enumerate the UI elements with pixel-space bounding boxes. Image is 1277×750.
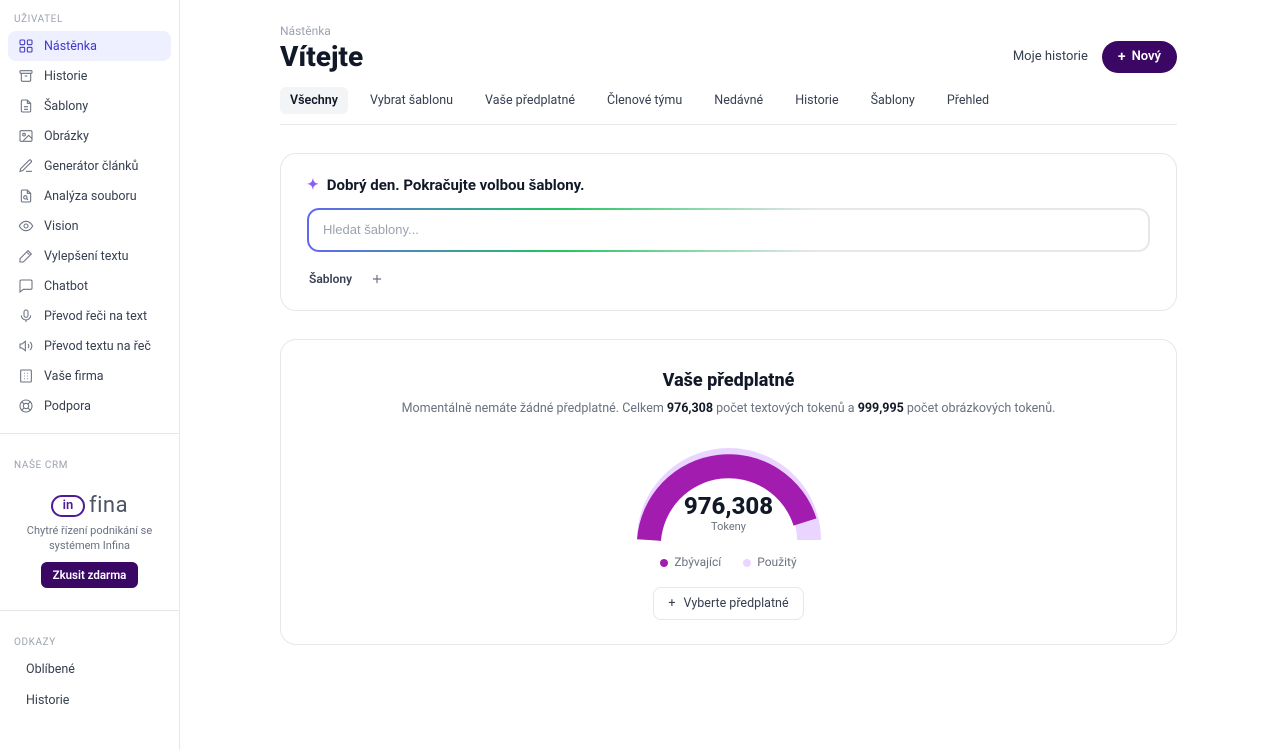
- sidebar-item-speech-to-text[interactable]: Převod řeči na text: [8, 301, 171, 331]
- eye-icon: [18, 218, 34, 234]
- text-tokens-value: 976,308: [667, 401, 713, 416]
- legend-used-label: Použitý: [757, 555, 796, 569]
- plus-icon: +: [668, 596, 675, 611]
- sidebar-item-label: Vaše firma: [44, 369, 104, 384]
- archive-icon: [18, 68, 34, 84]
- wand-icon: [18, 248, 34, 264]
- file-search-icon: [18, 188, 34, 204]
- dot-remaining-icon: [660, 559, 668, 567]
- choose-plan-button[interactable]: + Vyberte předplatné: [653, 587, 803, 620]
- sidebar-divider: [0, 433, 179, 434]
- templates-label: Šablony: [309, 272, 352, 286]
- image-tokens-value: 999,995: [858, 401, 904, 416]
- legend-remaining: Zbývající: [660, 555, 721, 569]
- hello-text: Dobrý den. Pokračujte volbou šablony.: [327, 176, 585, 194]
- sidebar-item-dashboard[interactable]: Nástěnka: [8, 31, 171, 61]
- sidebar-item-label: Analýza souboru: [44, 189, 137, 204]
- sidebar-item-label: Generátor článků: [44, 159, 138, 174]
- sidebar-nav: Nástěnka Historie Šablony Obrázky Generá…: [0, 31, 179, 421]
- sidebar-links: Oblíbené Historie: [0, 654, 179, 716]
- sidebar-item-label: Převod řeči na text: [44, 309, 147, 324]
- sidebar-item-vision[interactable]: Vision: [8, 211, 171, 241]
- crm-logo-fina: fina: [89, 493, 128, 518]
- tab-choose-template[interactable]: Vybrat šablonu: [360, 87, 463, 114]
- desc-suffix: počet obrázkových tokenů.: [904, 401, 1056, 416]
- sidebar-item-label: Převod textu na řeč: [44, 339, 151, 354]
- crm-logo-in: in: [51, 495, 85, 517]
- plus-icon: +: [1118, 49, 1126, 65]
- search-wrap: [307, 208, 1150, 252]
- sidebar-item-label: Vylepšení textu: [44, 249, 129, 264]
- sidebar-item-article-generator[interactable]: Generátor článků: [8, 151, 171, 181]
- tab-all[interactable]: Všechny: [280, 87, 348, 114]
- breadcrumb: Nástěnka: [280, 24, 1177, 38]
- lifebuoy-icon: [18, 398, 34, 414]
- subscription-title: Vaše předplatné: [307, 370, 1150, 391]
- gauge-legend: Zbývající Použitý: [307, 555, 1150, 569]
- sidebar-item-templates[interactable]: Šablony: [8, 91, 171, 121]
- tabs: Všechny Vybrat šablonu Vaše předplatné Č…: [280, 87, 1177, 114]
- sidebar-item-label: Historie: [44, 69, 87, 84]
- sidebar-section-links: ODKAZY: [0, 623, 179, 654]
- sidebar-item-history[interactable]: Historie: [8, 61, 171, 91]
- new-button[interactable]: + Nový: [1102, 41, 1177, 73]
- tab-overview[interactable]: Přehled: [937, 87, 999, 114]
- crm-cta-button[interactable]: Zkusit zdarma: [41, 562, 139, 588]
- tab-subscription[interactable]: Vaše předplatné: [475, 87, 585, 114]
- sidebar-item-images[interactable]: Obrázky: [8, 121, 171, 151]
- legend-used: Použitý: [743, 555, 796, 569]
- token-gauge: 976,308 Tokeny: [629, 440, 829, 533]
- crm-promo: in fina Chytré řízení podnikání se systé…: [10, 483, 169, 598]
- sidebar-item-label: Podpora: [44, 399, 91, 414]
- image-icon: [18, 128, 34, 144]
- tab-team-members[interactable]: Členové týmu: [597, 87, 692, 114]
- link-favorites[interactable]: Oblíbené: [8, 654, 171, 685]
- tab-recent[interactable]: Nedávné: [704, 87, 773, 114]
- sparkle-icon: ✦: [307, 177, 319, 193]
- crm-logo: in fina: [20, 493, 159, 518]
- new-button-label: Nový: [1132, 49, 1161, 64]
- page-title: Vítejte: [280, 40, 363, 73]
- legend-remaining-label: Zbývající: [674, 555, 721, 569]
- sidebar-item-label: Vision: [44, 219, 79, 234]
- sidebar-item-chatbot[interactable]: Chatbot: [8, 271, 171, 301]
- choose-plan-label: Vyberte předplatné: [683, 596, 788, 611]
- sidebar-item-label: Šablony: [44, 99, 88, 114]
- add-template-button[interactable]: [364, 266, 390, 292]
- sidebar-divider: [0, 610, 179, 611]
- tabs-divider: [280, 124, 1177, 125]
- sidebar-item-company[interactable]: Vaše firma: [8, 361, 171, 391]
- hello-card: ✦ Dobrý den. Pokračujte volbou šablony. …: [280, 153, 1177, 311]
- file-text-icon: [18, 98, 34, 114]
- dashboard-icon: [18, 38, 34, 54]
- search-input[interactable]: [323, 222, 1134, 237]
- crm-desc: Chytré řízení podnikání se systémem Infi…: [20, 524, 159, 554]
- tab-history[interactable]: Historie: [785, 87, 848, 114]
- mic-icon: [18, 308, 34, 324]
- subscription-desc: Momentálně nemáte žádné předplatné. Celk…: [307, 401, 1150, 416]
- desc-prefix: Momentálně nemáte žádné předplatné. Celk…: [402, 401, 667, 416]
- main-content: Nástěnka Vítejte Moje historie + Nový Vš…: [180, 0, 1277, 750]
- sidebar: UŽIVATEL Nástěnka Historie Šablony Obráz…: [0, 0, 180, 750]
- sidebar-item-file-analysis[interactable]: Analýza souboru: [8, 181, 171, 211]
- tab-templates[interactable]: Šablony: [861, 87, 925, 114]
- edit-icon: [18, 158, 34, 174]
- building-icon: [18, 368, 34, 384]
- sidebar-item-label: Chatbot: [44, 279, 88, 294]
- sidebar-item-label: Obrázky: [44, 129, 89, 144]
- desc-mid: počet textových tokenů a: [713, 401, 858, 416]
- sidebar-item-enhance-text[interactable]: Vylepšení textu: [8, 241, 171, 271]
- speaker-icon: [18, 338, 34, 354]
- chat-icon: [18, 278, 34, 294]
- sidebar-item-text-to-speech[interactable]: Převod textu na řeč: [8, 331, 171, 361]
- sidebar-item-label: Nástěnka: [44, 39, 97, 54]
- subscription-card: Vaše předplatné Momentálně nemáte žádné …: [280, 339, 1177, 645]
- my-history-link[interactable]: Moje historie: [1013, 49, 1088, 64]
- dot-used-icon: [743, 559, 751, 567]
- sidebar-item-support[interactable]: Podpora: [8, 391, 171, 421]
- sidebar-section-user: UŽIVATEL: [0, 0, 179, 31]
- sidebar-section-crm: NAŠE CRM: [0, 446, 179, 477]
- link-history[interactable]: Historie: [8, 685, 171, 716]
